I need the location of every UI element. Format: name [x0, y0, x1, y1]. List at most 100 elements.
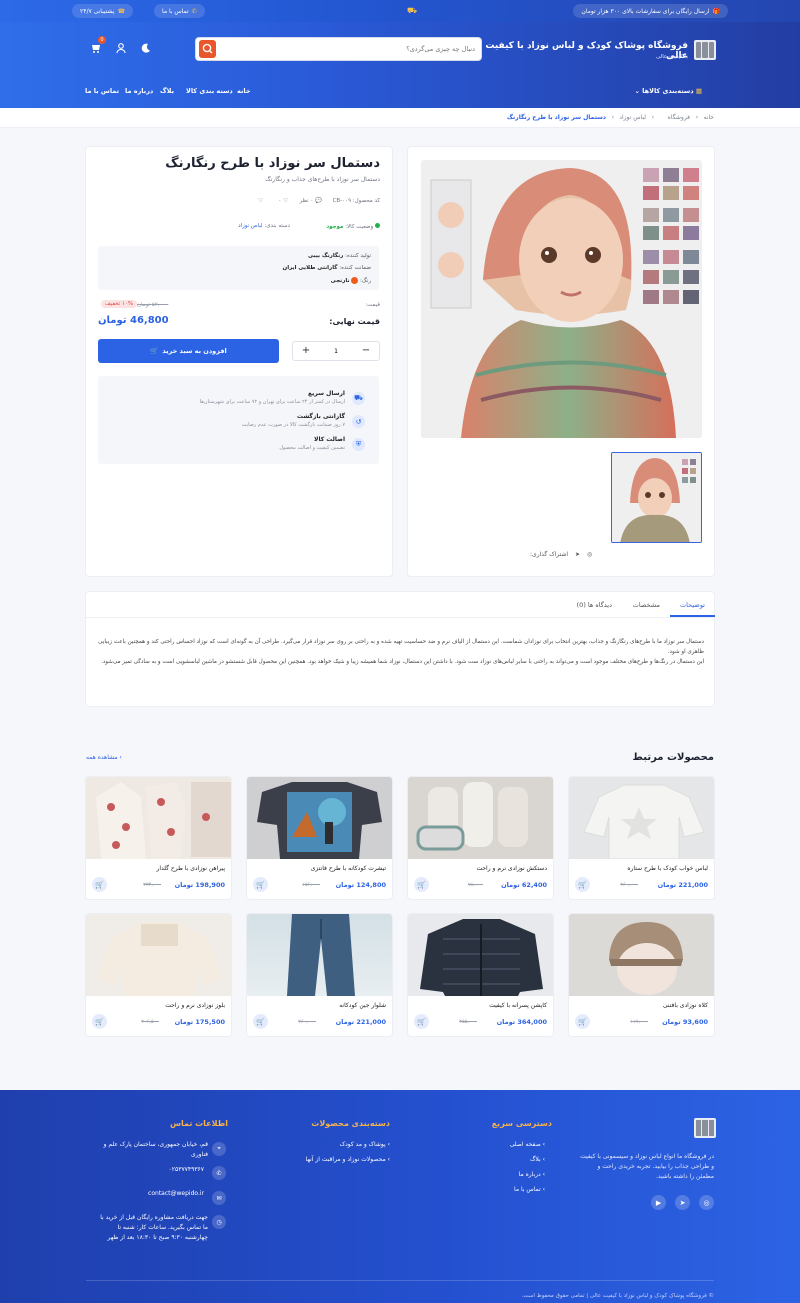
product-card[interactable]: بلوز نوزادی نرم و راحت 175,500 تومان ۲۰۶… — [85, 913, 232, 1037]
product-card[interactable]: کلاه نوزادی بافتنی 93,600 تومان ۱۱۷,۰۰۰ … — [568, 913, 715, 1037]
add-to-cart-button[interactable]: افزودن به سبد خرید 🛒 — [98, 339, 279, 363]
site-subtitle: با کیفیت عالی — [655, 54, 688, 60]
add-to-cart-button[interactable]: 🛒 — [414, 877, 429, 892]
feature-desc: ارسال در کمتر از ۲۴ ساعت برای تهران و ۷۲… — [199, 399, 345, 405]
phone-icon: ✆ — [212, 1166, 226, 1180]
breadcrumb-shop[interactable]: فروشگاه — [668, 114, 690, 121]
product-image — [408, 777, 553, 859]
comment-icon: 💬 — [315, 198, 322, 204]
wishlist-button[interactable]: ♡ — [258, 198, 263, 204]
contact-button[interactable]: ✆ تماس با ما — [154, 4, 205, 18]
status-dot-icon — [375, 223, 380, 228]
breadcrumb: خانه › فروشگاه › لباس نوزاد › دستمال سر … — [0, 108, 800, 128]
category-label: دسته بندی: — [264, 223, 290, 229]
feature-authentic: ⛨ اصالت کالا تضمین کیفیت و اصالت محصول — [115, 436, 365, 456]
see-all-link[interactable]: ‹ مشاهده همه — [86, 754, 122, 761]
return-icon: ↺ — [352, 415, 365, 428]
site-logo[interactable] — [694, 40, 716, 60]
cart-button[interactable]: 0 — [90, 36, 106, 54]
tab-description[interactable]: توضیحات — [680, 601, 705, 609]
footer-link[interactable]: › تماس با ما — [514, 1186, 545, 1193]
color-label: رنگ: — [360, 278, 371, 284]
product-old-price: ۲۳۴,۰۰۰ — [143, 882, 161, 888]
product-card[interactable]: دستکش نوزادی نرم و راحت 62,400 تومان ۷۸,… — [407, 776, 554, 900]
comments-label: ۰ نظر — [299, 198, 314, 204]
color-swatch[interactable] — [351, 277, 359, 284]
cart-icon: 🛒 — [578, 1017, 587, 1026]
footer-link[interactable]: › درباره ما — [519, 1171, 545, 1178]
footer-link[interactable]: › بلاگ — [530, 1156, 545, 1163]
description-paragraph: دستمال سر نوزاد ما با طرح‌های رنگارنگ و … — [98, 639, 704, 655]
producer-label: تولید کننده: — [345, 253, 371, 259]
tab-reviews[interactable]: دیدگاه ها (0) — [577, 601, 612, 609]
category-link[interactable]: لباس نوزاد — [238, 223, 262, 229]
product-card[interactable]: تیشرت کودکانه با طرح فانتزی 124,800 توما… — [246, 776, 393, 900]
youtube-button[interactable]: ▶ — [651, 1195, 666, 1210]
increase-button[interactable]: + — [293, 342, 319, 360]
product-old-price: ۷۸,۰۰۰ — [467, 882, 483, 888]
footer-link-label: تماس با ما — [514, 1186, 541, 1193]
breadcrumb-home[interactable]: خانه — [704, 114, 714, 121]
footer-link[interactable]: › محصولات نوزاد و مراقبت از آنها — [306, 1156, 390, 1163]
chevron-left-icon: › — [611, 114, 614, 121]
telegram-icon[interactable]: ➤ — [575, 551, 580, 558]
footer-email[interactable]: contact@wepido.ir — [98, 1189, 204, 1199]
product-price: 221,000 تومان — [657, 881, 708, 889]
cart-icon: 🛒 — [95, 1017, 104, 1026]
nav-blog[interactable]: بلاگ — [160, 87, 174, 95]
add-to-cart-button[interactable]: 🛒 — [92, 1014, 107, 1029]
nav-contact[interactable]: تماس با ما — [85, 87, 119, 95]
footer-link[interactable]: › صفحه اصلی — [510, 1141, 545, 1148]
support-button[interactable]: ☎ پشتیبانی ۲۴/۷ — [72, 4, 134, 18]
product-card[interactable]: کاپشن پسرانه با کیفیت 364,000 تومان ۴۵۵,… — [407, 913, 554, 1037]
nav-about[interactable]: درباره ما — [125, 87, 153, 95]
add-to-cart-button[interactable]: 🛒 — [253, 1014, 268, 1029]
add-to-cart-button[interactable]: 🛒 — [414, 1014, 429, 1029]
footer-link-label: درباره ما — [518, 1171, 541, 1178]
add-to-cart-button[interactable]: 🛒 — [253, 877, 268, 892]
nav-category[interactable]: دسته بندی کالا — [186, 87, 233, 95]
product-card[interactable]: پیراهن نوزادی با طرح گلدار 198,900 تومان… — [85, 776, 232, 900]
product-name: کلاه نوزادی بافتنی — [662, 1002, 708, 1009]
add-to-cart-label: افزودن به سبد خرید — [162, 347, 227, 355]
product-main-image[interactable] — [421, 160, 702, 438]
like-count[interactable]: ♡ ۰ — [278, 198, 288, 204]
breadcrumb-category[interactable]: لباس نوزاد — [619, 114, 646, 121]
comments-count[interactable]: 💬 ۰ نظر — [300, 198, 322, 204]
specs-box: تولید کننده: رنگارنگ بیبی ضمانت کننده: گ… — [98, 246, 379, 290]
dark-mode-toggle[interactable] — [140, 42, 152, 54]
product-card[interactable]: لباس خواب کودک با طرح ستاره 221,000 توما… — [568, 776, 715, 900]
user-icon — [116, 43, 126, 54]
footer-phone[interactable]: ۰۲۵۳۷۷۴۹۳۶۷ — [98, 1165, 204, 1175]
product-card[interactable]: شلوار جین کودکانه 221,000 تومان ۲۶۰,۰۰۰ … — [246, 913, 393, 1037]
quantity-input[interactable] — [323, 345, 349, 357]
product-price: 221,000 تومان — [335, 1018, 386, 1026]
product-image — [408, 914, 553, 996]
cart-icon: 🛒 — [256, 1017, 265, 1026]
product-old-price: ۲۶۰,۰۰۰ — [298, 1019, 316, 1025]
account-button[interactable] — [115, 42, 127, 54]
nav-home[interactable]: خانه — [237, 87, 251, 95]
product-name: شلوار جین کودکانه — [339, 1002, 386, 1009]
add-to-cart-button[interactable]: 🛒 — [575, 1014, 590, 1029]
like-label: ۰ — [278, 198, 282, 204]
feature-title: گارانتی بازگشت — [296, 413, 345, 420]
add-to-cart-button[interactable]: 🛒 — [575, 877, 590, 892]
search-button[interactable] — [199, 40, 216, 58]
decrease-button[interactable]: − — [353, 342, 379, 360]
footer-link-label: بلاگ — [530, 1156, 541, 1163]
instagram-button[interactable]: ◎ — [699, 1195, 714, 1210]
footer-link[interactable]: › پوشاک و مد کودک — [340, 1141, 390, 1148]
product-name: تیشرت کودکانه با طرح فانتزی — [310, 865, 386, 872]
final-price-label: قیمت نهایی: — [329, 317, 380, 326]
telegram-button[interactable]: ➤ — [675, 1195, 690, 1210]
instagram-icon[interactable]: ◎ — [587, 551, 592, 558]
footer-link-label: محصولات نوزاد و مراقبت از آنها — [305, 1156, 386, 1163]
footer-logo[interactable] — [694, 1118, 716, 1138]
search-input[interactable] — [235, 38, 475, 60]
nav-categories[interactable]: ▦ دسته‌بندی کالاها ⌄ — [634, 87, 702, 95]
product-thumbnail[interactable] — [611, 452, 702, 543]
add-to-cart-button[interactable]: 🛒 — [92, 877, 107, 892]
youtube-icon: ▶ — [655, 1198, 662, 1207]
tab-specs[interactable]: مشخصات — [633, 601, 660, 609]
